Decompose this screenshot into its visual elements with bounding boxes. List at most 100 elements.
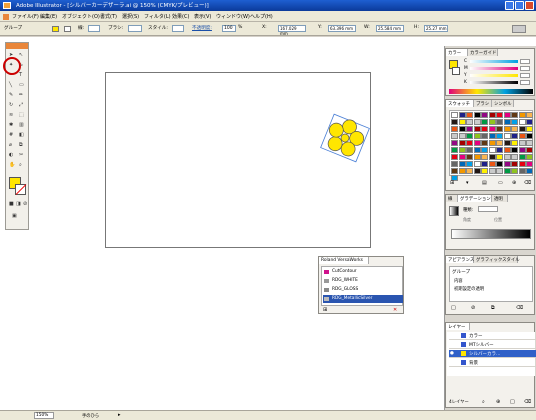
swatch-cell[interactable] — [526, 112, 533, 118]
opacity-link[interactable]: 不透明度: — [192, 25, 212, 31]
stroke-color-swatch[interactable] — [64, 26, 71, 32]
appearance-duplicate-icon[interactable]: ⧉ — [491, 305, 495, 311]
flower-object[interactable] — [318, 112, 372, 164]
yellow-value[interactable] — [520, 73, 530, 78]
swatch-cell[interactable] — [518, 126, 526, 132]
swatch-cell[interactable] — [518, 168, 526, 174]
live-paint-icon[interactable]: ◐ — [9, 152, 13, 158]
color-mode-icon[interactable]: ■ — [9, 201, 14, 207]
swatch-cell[interactable] — [488, 168, 496, 174]
swatch-cell[interactable] — [526, 133, 533, 139]
color-spectrum-bar[interactable] — [449, 89, 533, 94]
toolbox-header[interactable] — [6, 43, 28, 49]
swatch-library-menu-icon[interactable]: ⊞ — [450, 180, 454, 186]
eyedropper-icon[interactable]: ⌀ — [9, 142, 12, 148]
swatch-cell[interactable] — [496, 119, 503, 125]
free-transform-icon[interactable]: ⬚ — [19, 112, 24, 118]
layer-row[interactable]: カラー — [449, 332, 536, 340]
swatch-cell[interactable] — [473, 154, 481, 160]
swatch-cell[interactable] — [451, 161, 458, 167]
swatch-cell[interactable] — [526, 126, 533, 132]
swatch-cell[interactable] — [488, 112, 496, 118]
swatch-row[interactable]: RDG_WHITE — [323, 277, 403, 285]
minimize-button[interactable] — [505, 1, 514, 10]
new-swatch-icon[interactable]: ⊕ — [512, 180, 516, 186]
swatch-cell[interactable] — [481, 140, 488, 146]
swatch-cell[interactable] — [526, 119, 533, 125]
black-value[interactable] — [520, 80, 530, 85]
delete-swatch-panel-icon[interactable]: ⌫ — [524, 180, 531, 186]
appearance-delete-icon[interactable]: ⌫ — [516, 305, 523, 311]
gradient-slider[interactable] — [451, 229, 531, 239]
layer-row[interactable]: 背景 — [449, 359, 536, 367]
swatch-cell[interactable] — [496, 168, 503, 174]
fill-color-swatch[interactable] — [52, 26, 59, 32]
tab-layers[interactable]: レイヤー — [446, 323, 470, 330]
black-slider[interactable] — [470, 81, 518, 84]
new-color-group-icon[interactable]: ▭ — [498, 180, 503, 186]
close-button[interactable] — [525, 1, 534, 10]
tab-stroke[interactable]: 線 — [446, 195, 458, 202]
swatch-cell[interactable] — [496, 154, 503, 160]
swatch-cell[interactable] — [488, 126, 496, 132]
roland-panel-tab[interactable]: Roland VersaWorks — [319, 257, 369, 264]
tab-brushes[interactable]: ブラシ — [474, 100, 492, 107]
menu-object[interactable]: オブジェクト(O) — [62, 13, 100, 20]
stroke-weight-field[interactable] — [88, 25, 100, 32]
swatch-cell[interactable] — [451, 140, 458, 146]
swatch-cell[interactable] — [488, 161, 496, 167]
panel-menu-icon[interactable] — [512, 25, 526, 33]
swatch-cell[interactable] — [458, 119, 466, 125]
brush-picker[interactable] — [128, 25, 142, 32]
appearance-new-fill-icon[interactable]: □ — [451, 305, 456, 311]
rotate-tool-icon[interactable]: ↻ — [9, 102, 13, 108]
slice-tool-icon[interactable]: ✂ — [19, 152, 23, 158]
yellow-slider[interactable] — [470, 74, 518, 77]
swatch-cell[interactable] — [458, 147, 466, 153]
swatch-cell[interactable] — [496, 140, 503, 146]
swatch-cell[interactable] — [458, 161, 466, 167]
delete-layer-icon[interactable]: ⌫ — [524, 399, 531, 405]
show-swatch-kinds-icon[interactable]: ▾ — [466, 180, 469, 186]
swatch-cell[interactable] — [511, 119, 518, 125]
layer-row-selected[interactable]: ● シルバーカラ… — [449, 350, 536, 358]
menu-help[interactable]: ヘルプ(H) — [250, 13, 273, 20]
hand-tool-icon[interactable]: ✋ — [9, 162, 15, 168]
tab-symbols[interactable]: シンボル — [492, 100, 514, 107]
appearance-clear-icon[interactable]: ⊘ — [471, 305, 475, 311]
gradient-mode-icon[interactable]: ◨ — [16, 201, 21, 207]
swatch-cell[interactable] — [488, 133, 496, 139]
swatch-cell[interactable] — [518, 161, 526, 167]
swatch-cell[interactable] — [503, 140, 511, 146]
swatch-cell[interactable] — [488, 119, 496, 125]
swatch-cell[interactable] — [451, 168, 458, 174]
swatch-cell[interactable] — [451, 126, 458, 132]
swatch-cell[interactable] — [473, 161, 481, 167]
zoom-tool-icon[interactable]: ⌕ — [19, 162, 22, 168]
new-layer-icon[interactable]: □ — [510, 399, 515, 405]
cyan-slider[interactable] — [470, 60, 518, 63]
appearance-contents[interactable]: 内容 — [454, 278, 463, 284]
color-stroke-chip[interactable] — [452, 67, 460, 75]
rectangle-tool-icon[interactable]: ▭ — [19, 82, 24, 88]
tab-swatches[interactable]: スウォッチ — [446, 100, 474, 107]
swatch-cell[interactable] — [481, 154, 488, 160]
delete-swatch-icon[interactable]: ✕ — [393, 307, 397, 313]
style-picker[interactable] — [172, 25, 184, 32]
swatch-cell[interactable] — [466, 168, 473, 174]
swatch-cell[interactable] — [518, 154, 526, 160]
w-field[interactable]: 25.584 mm — [376, 25, 404, 32]
swatch-cell[interactable] — [518, 133, 526, 139]
swatch-cell[interactable] — [503, 126, 511, 132]
status-tool-name[interactable]: 手のひら — [82, 413, 99, 419]
stroke-swatch[interactable] — [15, 184, 27, 195]
menu-window[interactable]: ウィンドウ(W) — [216, 13, 250, 20]
swatch-cell[interactable] — [481, 126, 488, 132]
layer-row[interactable]: MTシルバー — [449, 341, 536, 349]
swatch-cell[interactable] — [503, 154, 511, 160]
swatch-cell[interactable] — [511, 147, 518, 153]
swatch-cell[interactable] — [473, 147, 481, 153]
swatch-cell[interactable] — [481, 168, 488, 174]
swatch-cell[interactable] — [451, 133, 458, 139]
h-field[interactable]: 25.27 mm — [424, 25, 448, 32]
